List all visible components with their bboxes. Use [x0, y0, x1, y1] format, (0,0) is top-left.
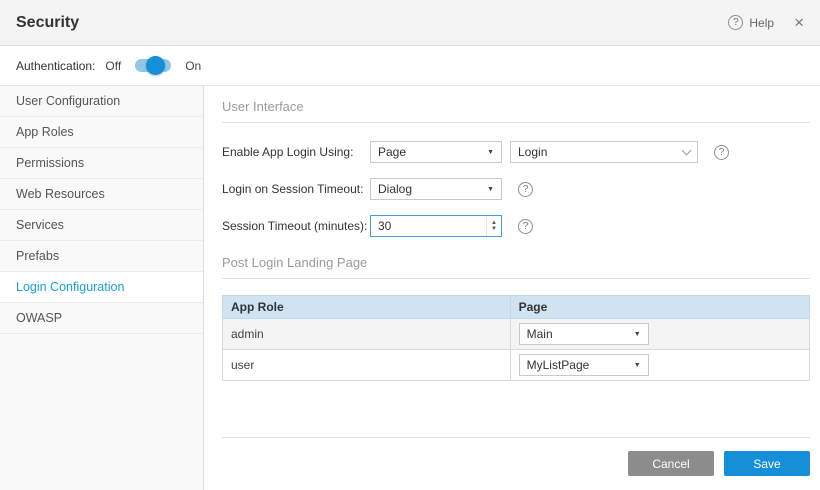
cancel-button[interactable]: Cancel: [628, 451, 714, 476]
chevron-down-icon: [682, 146, 692, 156]
user-page-select[interactable]: MyListPage ▼: [519, 354, 649, 376]
sidebar-item-prefabs[interactable]: Prefabs: [0, 241, 203, 272]
sidebar-item-owasp[interactable]: OWASP: [0, 303, 203, 334]
page-cell: Main ▼: [510, 319, 809, 350]
auth-on-label: On: [185, 59, 201, 73]
landing-page-table: App Role Page admin Main ▼: [222, 295, 810, 381]
section-title-post-login: Post Login Landing Page: [222, 255, 810, 279]
authentication-toggle[interactable]: [135, 59, 171, 72]
save-button[interactable]: Save: [724, 451, 810, 476]
sidebar: User Configuration App Roles Permissions…: [0, 86, 204, 490]
help-button[interactable]: ? Help: [728, 15, 774, 30]
session-timeout-minutes-label: Session Timeout (minutes):: [222, 219, 370, 233]
footer-actions: Cancel Save: [222, 437, 810, 476]
session-timeout-action-help-icon[interactable]: ?: [518, 182, 533, 197]
auth-off-label: Off: [105, 59, 121, 73]
help-icon: ?: [728, 15, 743, 30]
session-timeout-input-wrap: ▲ ▼: [370, 215, 502, 237]
page-cell: MyListPage ▼: [510, 350, 809, 381]
admin-page-select[interactable]: Main ▼: [519, 323, 649, 345]
caret-down-icon: ▼: [487, 149, 494, 156]
page-title: Security: [16, 14, 79, 32]
session-timeout-action-label: Login on Session Timeout:: [222, 182, 370, 196]
section-title-user-interface: User Interface: [222, 99, 810, 123]
app-role-cell: user: [223, 350, 511, 381]
column-header-app-role: App Role: [223, 296, 511, 319]
session-timeout-input[interactable]: [371, 219, 486, 233]
help-label: Help: [749, 16, 774, 30]
table-row: admin Main ▼: [223, 319, 810, 350]
app-role-cell: admin: [223, 319, 511, 350]
title-bar-actions: ? Help ×: [728, 14, 804, 31]
app-login-page-select[interactable]: Login: [510, 141, 698, 163]
session-timeout-action-value: Dialog: [378, 182, 412, 196]
table-row: user MyListPage ▼: [223, 350, 810, 381]
authentication-label: Authentication:: [16, 59, 95, 73]
enable-app-login-label: Enable App Login Using:: [222, 145, 370, 159]
sidebar-item-permissions[interactable]: Permissions: [0, 148, 203, 179]
sidebar-item-login-configuration[interactable]: Login Configuration: [0, 272, 203, 303]
stepper-down-icon: ▼: [491, 226, 497, 232]
caret-down-icon: ▼: [634, 362, 641, 369]
caret-down-icon: ▼: [634, 331, 641, 338]
app-login-page-value: Login: [518, 145, 547, 159]
app-login-type-value: Page: [378, 145, 406, 159]
sidebar-item-web-resources[interactable]: Web Resources: [0, 179, 203, 210]
user-page-value: MyListPage: [527, 358, 590, 372]
spacer: [222, 381, 810, 437]
security-window: Security ? Help × Authentication: Off On…: [0, 0, 820, 490]
main-content: User Interface Enable App Login Using: P…: [204, 86, 820, 490]
table-header-row: App Role Page: [223, 296, 810, 319]
title-bar: Security ? Help ×: [0, 0, 820, 46]
sidebar-item-user-configuration[interactable]: User Configuration: [0, 86, 203, 117]
app-login-type-select[interactable]: Page ▼: [370, 141, 502, 163]
body: User Configuration App Roles Permissions…: [0, 86, 820, 490]
sidebar-item-app-roles[interactable]: App Roles: [0, 117, 203, 148]
caret-down-icon: ▼: [487, 186, 494, 193]
form-row-session-timeout-action: Login on Session Timeout: Dialog ▼ ?: [222, 178, 810, 200]
form-row-enable-app-login: Enable App Login Using: Page ▼ Login ?: [222, 141, 810, 163]
enable-app-login-help-icon[interactable]: ?: [714, 145, 729, 160]
authentication-row: Authentication: Off On: [0, 46, 820, 86]
session-timeout-stepper[interactable]: ▲ ▼: [486, 216, 501, 236]
session-timeout-action-select[interactable]: Dialog ▼: [370, 178, 502, 200]
sidebar-item-services[interactable]: Services: [0, 210, 203, 241]
admin-page-value: Main: [527, 327, 553, 341]
toggle-knob: [146, 56, 165, 75]
close-icon[interactable]: ×: [794, 14, 804, 31]
form-row-session-timeout-minutes: Session Timeout (minutes): ▲ ▼ ?: [222, 215, 810, 237]
session-timeout-minutes-help-icon[interactable]: ?: [518, 219, 533, 234]
column-header-page: Page: [510, 296, 809, 319]
